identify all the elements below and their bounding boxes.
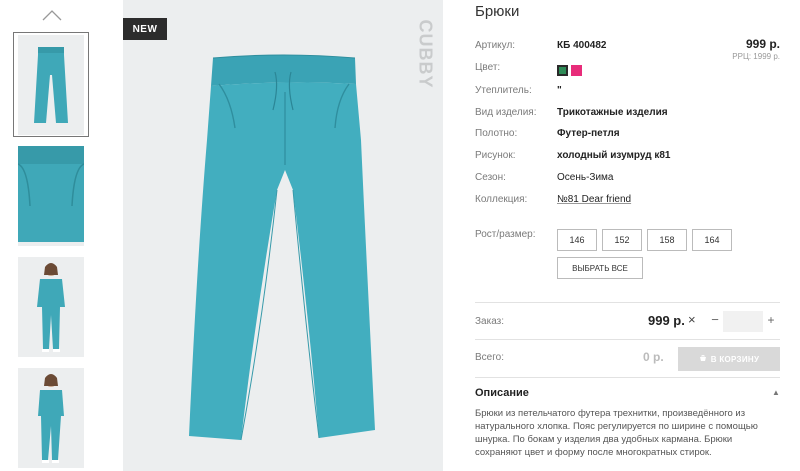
select-all-sizes-button[interactable]: ВЫБРАТЬ ВСЕ [557,257,643,279]
multiply-icon: × [688,312,696,327]
sizes-label: Рост/размер: [475,229,536,240]
pants-detail-image [18,146,84,246]
size-button-158[interactable]: 158 [647,229,687,251]
quantity-increase-button[interactable]: + [765,313,777,327]
model-pose-image [38,374,64,463]
attr-label-insulation: Утеплитель: [475,85,532,96]
color-swatch-pink[interactable] [571,65,582,76]
total-value: 0 р. [643,350,664,364]
product-info: Брюки 999 р. РРЦ: 1999 р. Артикул: КБ 40… [475,0,795,471]
cart-icon [699,355,706,361]
attr-value-pattern: холодный изумруд к81 [557,150,671,161]
order-label: Заказ: [475,316,505,327]
attr-value-insulation: " [557,85,562,96]
size-button-164[interactable]: 164 [692,229,732,251]
chevron-up-icon[interactable] [41,9,63,21]
collapse-icon[interactable]: ▲ [772,388,780,397]
attr-value-fabric: Футер-петля [557,128,620,139]
attr-label-collection: Коллекция: [475,194,528,205]
product-title: Брюки [475,3,520,20]
attr-value-type: Трикотажные изделия [557,107,668,118]
thumbnail-3[interactable] [13,257,89,357]
attr-label-season: Сезон: [475,172,506,183]
add-to-cart-label: В КОРЗИНУ [710,354,760,364]
quantity-decrease-button[interactable]: − [709,312,721,327]
attr-label-type: Вид изделия: [475,107,537,118]
attr-value-article: КБ 400482 [557,40,607,51]
divider [475,339,780,340]
thumbnail-gallery [13,0,89,471]
product-price: 999 р. [745,37,780,51]
pants-thumbnail-image [34,46,68,123]
attr-label-article: Артикул: [475,40,516,51]
color-swatch-green[interactable] [557,65,568,76]
thumbnail-1[interactable] [13,32,89,137]
recommended-price: РРЦ: 1999 р. [732,52,780,61]
pants-illustration [189,54,375,441]
total-label: Всего: [475,352,504,363]
thumbnail-4[interactable] [13,368,89,468]
add-to-cart-button[interactable]: В КОРЗИНУ [678,347,780,371]
attr-value-season: Осень-Зима [557,172,614,183]
attr-label-fabric: Полотно: [475,128,518,139]
model-front-image [37,263,65,352]
thumbnail-2[interactable] [13,146,89,246]
collection-link[interactable]: №81 Dear friend [557,194,631,205]
order-price: 999 р. [648,313,685,328]
divider [475,302,780,303]
attr-label-color: Цвет: [475,62,501,73]
description-text: Брюки из петельчатого футера трехнитки, … [475,408,758,458]
attr-label-pattern: Рисунок: [475,150,516,161]
divider [475,377,780,378]
quantity-input[interactable] [723,311,763,332]
size-button-146[interactable]: 146 [557,229,597,251]
size-button-152[interactable]: 152 [602,229,642,251]
description-title[interactable]: Описание [475,387,529,399]
main-product-image[interactable]: NEW CUBBY [123,0,443,471]
